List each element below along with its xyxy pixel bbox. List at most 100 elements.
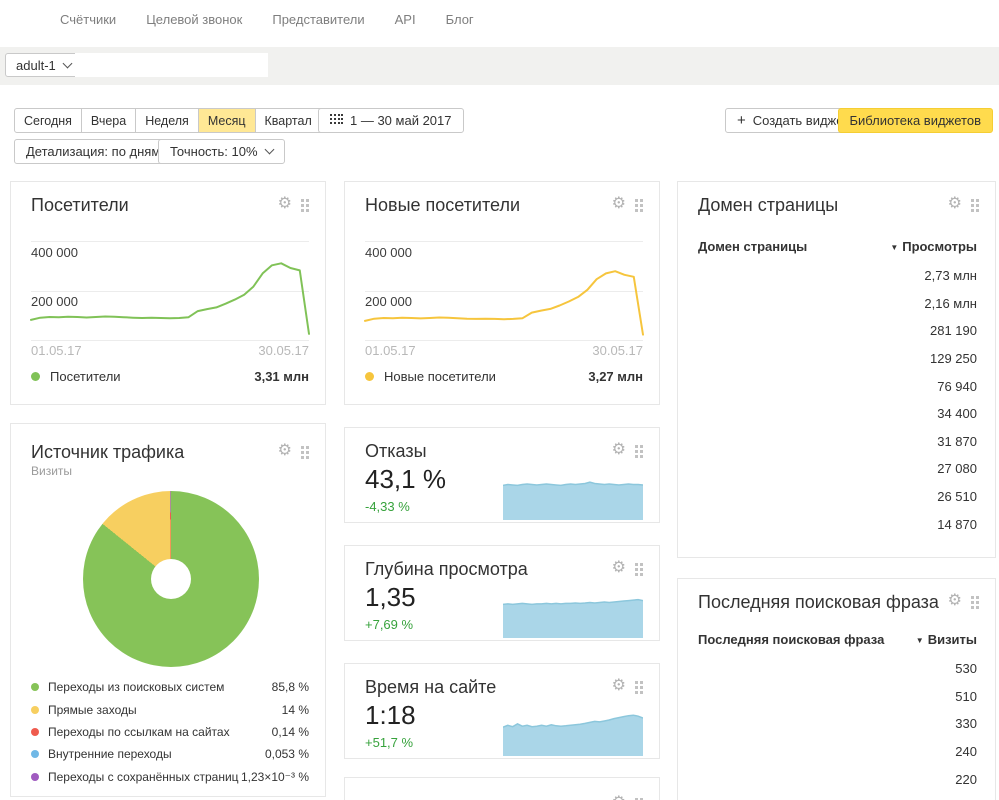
table-row: 129 250: [698, 345, 977, 373]
drag-handle-icon[interactable]: [971, 596, 979, 609]
gear-icon[interactable]: ⚙: [948, 197, 962, 211]
date-range-label: 1 — 30 май 2017: [350, 113, 452, 128]
legend-item: Внутренние переходы0,053 %: [31, 743, 309, 765]
drag-handle-icon[interactable]: [301, 199, 309, 212]
drag-handle-icon[interactable]: [971, 199, 979, 212]
legend-value: 1,23×10⁻³ %: [241, 770, 309, 784]
row-value: 76 940: [937, 379, 977, 394]
time-on-site-sparkline: [503, 708, 643, 756]
column-header-metric[interactable]: ▼Визиты: [916, 632, 977, 647]
row-value: 240: [955, 744, 977, 759]
widget-traffic-source: Источник трафика Визиты ⚙ Переходы из по…: [10, 423, 326, 797]
sort-desc-icon: ▼: [890, 243, 898, 252]
table-row: 510: [698, 683, 977, 711]
legend-item: Прямые заходы 14 %: [31, 698, 309, 720]
legend-label: Прямые заходы: [48, 703, 137, 717]
widget-title: Новые посетители: [365, 195, 520, 216]
gear-icon[interactable]: ⚙: [278, 444, 292, 458]
widget-title: Посетители: [31, 195, 129, 216]
widget-title: Последняя поисковая фраза: [698, 592, 939, 613]
widget-last-search-phrase: Последняя поисковая фраза ⚙ Последняя по…: [677, 578, 996, 800]
drag-handle-icon[interactable]: [635, 681, 643, 694]
widget-title: Источник трафика: [31, 442, 184, 463]
period-quarter[interactable]: Квартал: [256, 108, 322, 133]
donut-hole: [151, 559, 191, 599]
gear-icon[interactable]: ⚙: [612, 796, 626, 800]
row-value: 26 510: [937, 489, 977, 504]
nav-item-blog[interactable]: Блог: [446, 12, 474, 27]
nav-item-api[interactable]: API: [395, 12, 416, 27]
drag-handle-icon[interactable]: [635, 445, 643, 458]
row-value: 2,73 млн: [924, 268, 977, 283]
legend-dot: [31, 773, 39, 781]
accuracy-dropdown[interactable]: Точность: 10%: [158, 139, 285, 164]
gear-icon[interactable]: ⚙: [612, 561, 626, 575]
table-row: 14 870: [698, 510, 977, 538]
period-today[interactable]: Сегодня: [14, 108, 82, 133]
widget-new-visitors: Новые посетители ⚙ 400 000 200 000 01.05…: [344, 181, 660, 405]
row-value: 27 080: [937, 461, 977, 476]
period-month[interactable]: Месяц: [199, 108, 256, 133]
gear-icon[interactable]: ⚙: [278, 197, 292, 211]
drag-handle-icon[interactable]: [635, 199, 643, 212]
row-value: 330: [955, 716, 977, 731]
legend-item: Переходы по ссылкам на сайтах0,14 %: [31, 721, 309, 743]
x-end-label: 30.05.17: [258, 343, 309, 358]
column-header-dimension: Последняя поисковая фраза: [698, 632, 884, 647]
counter-select[interactable]: adult-1: [5, 53, 82, 77]
legend-label: Переходы по ссылкам на сайтах: [48, 725, 230, 739]
table-row: 27 080: [698, 455, 977, 483]
plus-icon: +: [737, 112, 746, 129]
widget-title: Время на сайте: [365, 677, 496, 698]
metrica-dashboard: Счётчики Целевой звонок Представители AP…: [0, 0, 999, 800]
top-nav: Счётчики Целевой звонок Представители AP…: [0, 0, 999, 47]
table-row: 330: [698, 710, 977, 738]
row-value: 510: [955, 689, 977, 704]
drag-handle-icon[interactable]: [635, 563, 643, 576]
detail-label: Детализация: по дням: [26, 144, 160, 159]
widget-partial: ⚙: [344, 777, 660, 800]
gear-icon[interactable]: ⚙: [612, 197, 626, 211]
legend-label: Переходы с сохранённых страниц: [48, 770, 239, 784]
gear-icon[interactable]: ⚙: [612, 443, 626, 457]
bounce-sparkline: [503, 472, 643, 520]
widget-visitors: Посетители ⚙ 400 000 200 000 01.05.17 30…: [10, 181, 326, 405]
widget-library-label: Библиотека виджетов: [850, 113, 982, 128]
legend-item: Переходы из поисковых систем85,8 %: [31, 676, 309, 698]
table-row: 2,16 млн: [698, 290, 977, 318]
table-row: 530: [698, 655, 977, 683]
widget-library-button[interactable]: Библиотека виджетов: [838, 108, 994, 133]
metric-delta: +51,7 %: [365, 735, 413, 750]
date-range-button[interactable]: 1 — 30 май 2017: [318, 108, 464, 133]
period-week[interactable]: Неделя: [136, 108, 199, 133]
legend-item: Переходы с сохранённых страниц1,23×10⁻³ …: [31, 766, 309, 788]
x-start-label: 01.05.17: [365, 343, 416, 358]
x-end-label: 30.05.17: [592, 343, 643, 358]
new-visitors-chart: [365, 241, 643, 341]
gear-icon[interactable]: ⚙: [612, 679, 626, 693]
metric-value: 1,35: [365, 582, 416, 613]
widget-title: Домен страницы: [698, 195, 838, 216]
legend-dot: [31, 372, 40, 381]
gear-icon[interactable]: ⚙: [948, 594, 962, 608]
chevron-down-icon: [264, 145, 274, 155]
widget-subtitle: Визиты: [31, 464, 72, 478]
nav-item-target-call[interactable]: Целевой звонок: [146, 12, 242, 27]
nav-item-representatives[interactable]: Представители: [272, 12, 364, 27]
row-value: 2,16 млн: [924, 296, 977, 311]
table-row: 281 190: [698, 317, 977, 345]
drag-handle-icon[interactable]: [301, 446, 309, 459]
row-value: 31 870: [937, 434, 977, 449]
sort-desc-icon: ▼: [916, 636, 924, 645]
legend-item: Новые посетители 3,27 млн: [365, 369, 643, 384]
widget-page-domain: Домен страницы ⚙ Домен страницы ▼Просмот…: [677, 181, 996, 558]
legend-value: 14 %: [282, 703, 309, 717]
column-header-metric[interactable]: ▼Просмотры: [890, 239, 977, 254]
search-input[interactable]: [75, 53, 268, 77]
depth-sparkline: [503, 590, 643, 638]
legend-value: 0,053 %: [265, 747, 309, 761]
period-yesterday[interactable]: Вчера: [82, 108, 136, 133]
nav-item-counters[interactable]: Счётчики: [60, 12, 116, 27]
accuracy-label: Точность: 10%: [170, 144, 258, 159]
column-header-dimension: Домен страницы: [698, 239, 807, 254]
